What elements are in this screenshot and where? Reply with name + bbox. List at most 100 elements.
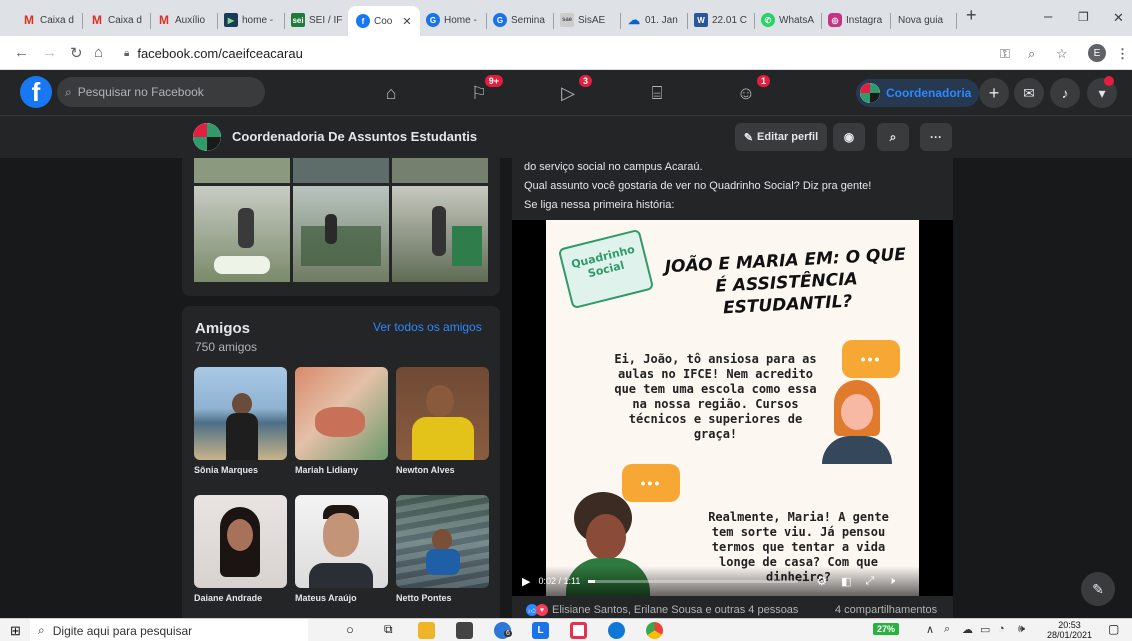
new-tab-button[interactable]: + <box>966 5 977 26</box>
battery-tray-icon[interactable]: ▭ <box>980 623 990 636</box>
friend-name[interactable]: Mateus Araújo <box>295 593 388 603</box>
page-avatar[interactable] <box>193 123 221 151</box>
play-icon[interactable]: ▶ <box>522 575 530 588</box>
volume-icon[interactable]: 🕨︎ <box>888 575 895 588</box>
friend-photo[interactable] <box>194 495 287 588</box>
chrome-icon[interactable] <box>646 622 663 639</box>
onedrive-tray-icon[interactable]: ☁ <box>962 623 973 636</box>
forward-icon[interactable]: → <box>42 44 57 61</box>
tab-word[interactable]: W 22.01 C <box>690 8 752 32</box>
photo-thumbnail[interactable] <box>194 186 290 282</box>
tab-gmail-1[interactable]: M Caixa d <box>18 8 80 32</box>
tab-sei[interactable]: sei SEI / IF <box>287 8 349 32</box>
pip-icon[interactable]: ◧ <box>841 575 851 588</box>
post-shares-count[interactable]: 4 compartilhamentos <box>835 604 937 616</box>
notifications-icon[interactable]: ♪ <box>1050 78 1080 108</box>
tab-gmail-3[interactable]: M Auxílio <box>153 8 215 32</box>
video-player[interactable]: Quadrinho Social JOÃO E MARIA EM: O QUE É… <box>512 220 953 596</box>
task-view-icon[interactable]: ⧉ <box>384 622 393 637</box>
groups-nav-icon[interactable]: ☺ 1 <box>734 75 770 105</box>
settings-gear-icon[interactable]: ⚙ <box>816 574 827 588</box>
friend-photo[interactable] <box>295 367 388 460</box>
tab-facebook-active[interactable]: f Coo ✕ <box>348 6 420 36</box>
home-nav-icon[interactable]: ⌂ <box>379 81 403 105</box>
edge-icon[interactable]: 6 <box>494 622 512 639</box>
tab-gmail-2[interactable]: M Caixa d <box>86 8 148 32</box>
page-profile-chip[interactable]: Coordenadoria <box>856 79 980 107</box>
friend-name[interactable]: Netto Pontes <box>396 593 489 603</box>
friend-name[interactable]: Newton Alves <box>396 465 489 475</box>
taskbar-clock[interactable]: 20:53 28/01/2021 <box>1047 620 1092 640</box>
tab-instagram[interactable]: ◎ Instagra <box>824 8 888 32</box>
friend-card[interactable]: Daiane Andrade <box>194 495 287 603</box>
url-field[interactable]: 🔒︎ facebook.com/caeifceacarau <box>116 42 986 64</box>
facebook-logo[interactable]: f <box>20 76 52 108</box>
new-message-button[interactable]: ✎ <box>1081 572 1115 606</box>
friend-photo[interactable] <box>194 367 287 460</box>
friend-card[interactable]: Newton Alves <box>396 367 489 475</box>
friend-card[interactable]: Sônia Marques <box>194 367 287 475</box>
file-explorer-icon[interactable] <box>418 622 435 639</box>
see-all-friends-link[interactable]: Ver todos os amigos <box>373 320 482 334</box>
create-button[interactable]: + <box>979 78 1009 108</box>
tab-new-tab[interactable]: Nova guia <box>894 8 954 32</box>
friend-card[interactable]: Mateus Araújo <box>295 495 388 603</box>
tray-app-icon[interactable]: ⌕ <box>944 623 950 636</box>
restore-icon[interactable]: ❐ <box>1078 10 1089 24</box>
app-l-icon[interactable]: L <box>532 622 549 639</box>
app-shield-icon[interactable] <box>570 622 587 639</box>
edge-legacy-icon[interactable] <box>608 622 625 639</box>
tab-whatsapp[interactable]: ✆ WhatsA <box>757 8 819 32</box>
pages-nav-icon[interactable]: ⚐ 9+ <box>467 75 503 105</box>
photo-thumbnail[interactable] <box>194 158 290 183</box>
zoom-icon[interactable]: ⌕ <box>1028 46 1035 62</box>
minimize-icon[interactable]: – <box>1044 8 1052 25</box>
bookmark-star-icon[interactable]: ☆ <box>1056 46 1068 62</box>
page-search-button[interactable]: ⌕ <box>877 123 909 151</box>
friend-card[interactable]: Netto Pontes <box>396 495 489 603</box>
store-icon[interactable] <box>456 622 473 639</box>
photo-thumbnail[interactable] <box>392 158 488 183</box>
photo-thumbnail[interactable] <box>293 158 389 183</box>
action-center-icon[interactable]: ▢ <box>1108 622 1119 636</box>
cortana-icon[interactable]: ○ <box>346 622 354 637</box>
friend-card[interactable]: Mariah Lidiany <box>295 367 388 475</box>
volume-tray-icon[interactable]: 🕪︎ <box>1018 623 1025 636</box>
friend-photo[interactable] <box>396 495 489 588</box>
tab-sisae[interactable]: sae SisAE <box>556 8 618 32</box>
view-as-button[interactable]: ◉ <box>833 123 865 151</box>
tab-google-home[interactable]: G Home - <box>422 8 484 32</box>
profile-avatar[interactable]: E <box>1088 44 1106 62</box>
friend-name[interactable]: Sônia Marques <box>194 465 287 475</box>
friend-photo[interactable] <box>396 367 489 460</box>
home-icon[interactable]: ⌂ <box>94 44 103 61</box>
menu-dots-icon[interactable]: ⋮ <box>1116 46 1129 62</box>
tab-onedrive[interactable]: ☁ 01. Jan <box>623 8 685 32</box>
tray-chevron-icon[interactable]: ∧ <box>926 623 934 636</box>
network-icon[interactable]: ◔ <box>998 623 1005 635</box>
messenger-icon[interactable]: ✉ <box>1014 78 1044 108</box>
back-icon[interactable]: ← <box>14 44 29 61</box>
battery-indicator[interactable]: 27% <box>873 623 900 635</box>
marketplace-nav-icon[interactable]: ⌸ <box>645 81 669 105</box>
reload-icon[interactable]: ↻ <box>70 44 83 62</box>
tab-video[interactable]: ▶ home - <box>220 8 282 32</box>
key-icon[interactable]: ⚿ <box>1000 46 1010 62</box>
windows-start-icon[interactable]: ⊞ <box>10 623 21 639</box>
fullscreen-icon[interactable]: ⤢ <box>866 575 875 588</box>
edit-profile-button[interactable]: ✎ Editar perfil <box>735 123 827 151</box>
close-tab-icon[interactable]: ✕ <box>402 15 411 28</box>
post-reactions[interactable]: 👍︎ ♥ Elisiane Santos, Erilane Sousa e ou… <box>526 604 798 616</box>
tab-google-seminar[interactable]: G Semina <box>489 8 551 32</box>
facebook-search-input[interactable]: ⌕ Pesquisar no Facebook <box>57 77 265 107</box>
photo-thumbnail[interactable] <box>293 186 389 282</box>
more-options-button[interactable]: ··· <box>920 123 952 151</box>
video-progress-bar[interactable] <box>588 579 799 583</box>
photo-thumbnail[interactable] <box>392 186 488 282</box>
close-window-icon[interactable]: ✕ <box>1113 10 1124 26</box>
taskbar-search-input[interactable]: ⌕ Digite aqui para pesquisar <box>30 619 308 641</box>
friend-photo[interactable] <box>295 495 388 588</box>
friend-name[interactable]: Mariah Lidiany <box>295 465 388 475</box>
friend-name[interactable]: Daiane Andrade <box>194 593 287 603</box>
watch-nav-icon[interactable]: ▷ 3 <box>556 75 592 105</box>
